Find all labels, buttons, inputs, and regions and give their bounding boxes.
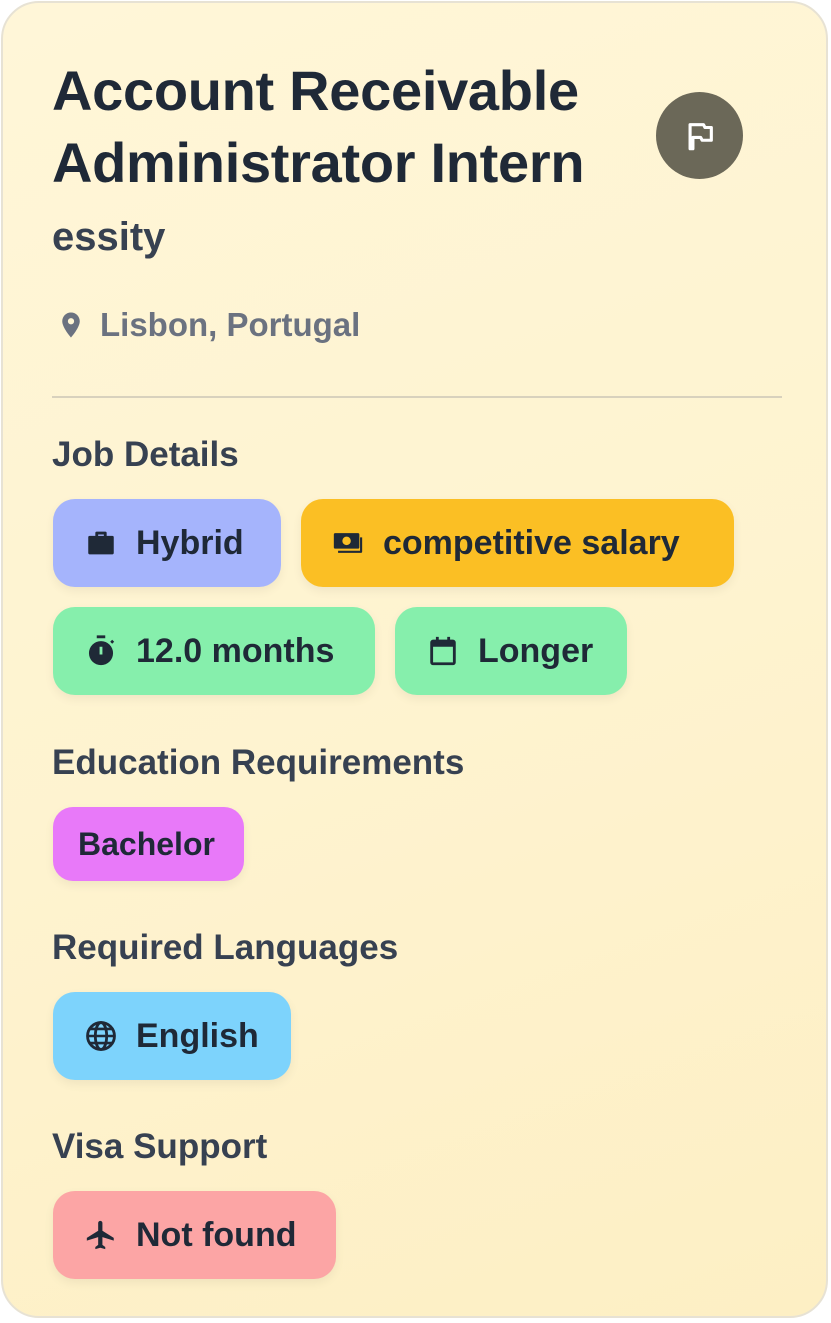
location-text: Lisbon, Portugal bbox=[100, 306, 361, 343]
calendar-icon bbox=[426, 634, 460, 668]
period-label: Longer bbox=[478, 631, 594, 670]
education-label: Bachelor bbox=[78, 825, 215, 862]
section-title-visa: Visa Support bbox=[52, 1127, 268, 1166]
divider bbox=[52, 396, 782, 398]
stopwatch-icon bbox=[84, 634, 118, 668]
visa-tag: Not found bbox=[53, 1191, 336, 1279]
company-name: essity bbox=[52, 215, 166, 259]
report-flag-button[interactable] bbox=[656, 92, 743, 179]
section-title-education: Education Requirements bbox=[52, 743, 465, 782]
briefcase-icon bbox=[84, 526, 118, 560]
globe-icon bbox=[84, 1019, 118, 1053]
work-mode-label: Hybrid bbox=[136, 523, 244, 562]
education-tag: Bachelor bbox=[53, 807, 244, 881]
job-card: Account Receivable Administrator Intern … bbox=[1, 1, 828, 1318]
salary-tag: competitive salary bbox=[301, 499, 734, 587]
money-icon bbox=[331, 526, 365, 560]
section-title-job-details: Job Details bbox=[52, 435, 239, 474]
duration-tag: 12.0 months bbox=[53, 607, 375, 695]
airplane-icon bbox=[84, 1218, 118, 1252]
flag-icon bbox=[688, 122, 713, 150]
section-title-languages: Required Languages bbox=[52, 928, 399, 967]
job-title: Account Receivable Administrator Intern bbox=[52, 59, 585, 194]
map-pin-icon bbox=[62, 312, 80, 338]
work-mode-tag: Hybrid bbox=[53, 499, 281, 587]
salary-label: competitive salary bbox=[383, 523, 680, 562]
visa-label: Not found bbox=[136, 1215, 297, 1254]
duration-label: 12.0 months bbox=[136, 631, 335, 670]
language-label: English bbox=[136, 1016, 259, 1055]
job-location: Lisbon, Portugal bbox=[56, 303, 360, 347]
period-tag: Longer bbox=[395, 607, 627, 695]
language-tag: English bbox=[53, 992, 291, 1080]
